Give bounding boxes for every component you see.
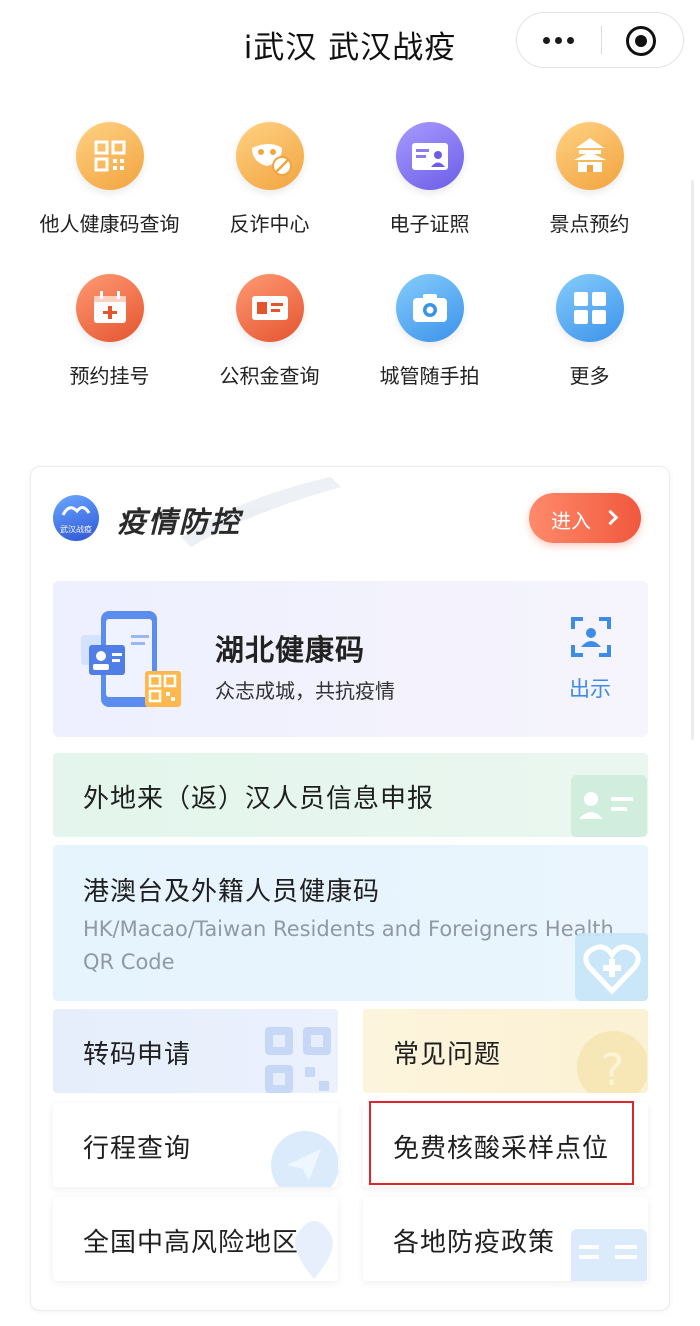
send-plane-icon <box>271 1131 338 1187</box>
code-transfer-label: 转码申请 <box>83 1040 192 1070</box>
report-label: 外地来（返）汉人员信息申报 <box>83 784 435 814</box>
show-code-label: 出示 <box>569 677 611 701</box>
id-card-icon <box>396 122 464 190</box>
chevron-right-icon <box>602 509 619 526</box>
pavilion-icon <box>556 122 624 190</box>
return-info-report-button[interactable]: 外地来（返）汉人员信息申报 <box>53 753 648 837</box>
mask-block-icon <box>236 122 304 190</box>
logo-text: 武汉战疫 <box>60 525 92 534</box>
risk-areas-button[interactable]: 全国中高风险地区 <box>53 1197 338 1281</box>
grid-item-label: 景点预约 <box>549 212 630 236</box>
svg-text:?: ? <box>601 1045 624 1093</box>
health-code-title: 湖北健康码 <box>215 633 366 667</box>
health-code-subtitle: 众志成城，共抗疫情 <box>215 679 395 703</box>
risk-areas-label: 全国中高风险地区 <box>83 1228 300 1258</box>
local-policy-button[interactable]: 各地防疫政策 <box>363 1197 648 1281</box>
epidemic-control-card: 武汉战疫 疫情防控 进入 湖北健康码 众志成城，共抗疫情 出示 外地来（返）汉人… <box>30 466 670 1311</box>
location-pin-icon <box>295 1221 333 1279</box>
enter-button[interactable]: 进入 <box>529 493 641 543</box>
grid-item-label: 预约挂号 <box>69 364 150 388</box>
face-scan-icon <box>571 617 611 657</box>
dot-icon <box>543 37 550 44</box>
policy-label: 各地防疫政策 <box>393 1228 556 1258</box>
user-card-icon <box>571 775 647 837</box>
target-dot <box>635 35 647 47</box>
grid-item-label: 城管随手拍 <box>379 364 480 388</box>
hk-health-code-title: 港澳台及外籍人员健康码 <box>83 877 381 907</box>
trip-query-label: 行程查询 <box>83 1134 192 1164</box>
card-icon <box>236 274 304 342</box>
more-options-button[interactable] <box>517 13 601 67</box>
question-icon: ? <box>577 1031 647 1093</box>
grid-item-label: 电子证照 <box>389 212 470 236</box>
faq-label: 常见问题 <box>393 1040 502 1070</box>
scrollbar[interactable] <box>691 180 694 740</box>
close-miniprogram-button[interactable] <box>601 13 685 67</box>
top-bar: i武汉 武汉战疫 <box>0 0 700 90</box>
dot-icon <box>567 37 574 44</box>
dot-icon <box>555 37 562 44</box>
hk-health-code-subtitle: HK/Macao/Taiwan Residents and Foreigners… <box>83 917 614 974</box>
grid-item-label: 他人健康码查询 <box>39 212 180 236</box>
card-title: 疫情防控 <box>117 505 242 539</box>
free-nat-sampling-sites-button[interactable]: 免费核酸采样点位 <box>363 1103 648 1187</box>
grid-item-label: 反诈中心 <box>229 212 310 236</box>
hubei-health-code-panel[interactable]: 湖北健康码 众志成城，共抗疫情 出示 <box>53 581 648 737</box>
calendar-plus-icon <box>76 274 144 342</box>
grid-icon <box>556 274 624 342</box>
miniprogram-capsule <box>516 12 684 68</box>
book-icon <box>571 1229 647 1281</box>
grid-item-label: 公积金查询 <box>219 364 320 388</box>
trip-query-button[interactable]: 行程查询 <box>53 1103 338 1187</box>
phone-qrcode-illustration <box>81 611 181 707</box>
qrcode-icon <box>265 1027 331 1093</box>
code-transfer-button[interactable]: 转码申请 <box>53 1009 338 1093</box>
heart-plus-icon <box>575 933 648 1001</box>
nat-sites-label: 免费核酸采样点位 <box>393 1134 610 1164</box>
grid-item-label: 更多 <box>569 364 610 388</box>
hk-macao-taiwan-health-code-button[interactable]: 港澳台及外籍人员健康码 HK/Macao/Taiwan Residents an… <box>53 845 648 1001</box>
wuhan-fight-logo: 武汉战疫 <box>53 495 99 541</box>
faq-button[interactable]: 常见问题 ? <box>363 1009 648 1093</box>
qrcode-icon <box>76 122 144 190</box>
enter-label: 进入 <box>551 509 591 533</box>
camera-icon <box>396 274 464 342</box>
